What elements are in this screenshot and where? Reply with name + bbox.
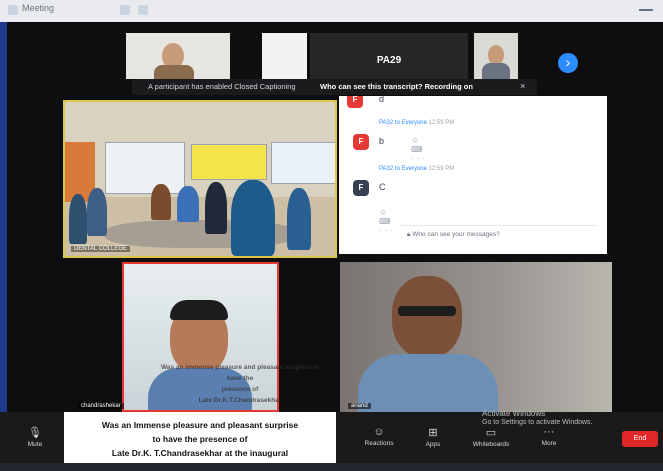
button-label: Whiteboards — [472, 441, 510, 448]
chat-input[interactable]: 🔒︎ Who can see your messages? — [401, 225, 597, 239]
caption-line: Late Dr.K. T.Chandrasekhar at the inaugu… — [111, 448, 289, 458]
mute-button[interactable]: 🎙︎ Mute — [10, 426, 60, 448]
zoom-icon — [8, 5, 18, 15]
reaction-icons[interactable]: ☺ ⌨ ··· — [379, 208, 396, 235]
desktop-edge — [0, 22, 7, 471]
transcript-link[interactable]: Who can see this transcript? Recording o… — [320, 82, 473, 91]
button-label: Mute — [27, 441, 43, 448]
overlay-caption-line: Was an immense pleasure and pleasant sur… — [161, 364, 319, 382]
lock-icon: 🔒︎ — [407, 231, 411, 238]
more-icon: ··· — [543, 426, 555, 438]
overlay-caption: Was an immense pleasure and pleasant sur… — [160, 362, 320, 406]
timestamp: 12:59 PM — [428, 166, 455, 172]
caption-line: Was an Immense pleasure and pleasant sur… — [101, 420, 299, 430]
avatar: F — [347, 96, 363, 108]
person — [231, 180, 275, 256]
person — [287, 188, 311, 250]
activate-windows-watermark: Activate Windows Go to Settings to activ… — [482, 409, 593, 427]
video-tile-room[interactable]: DENTAL COLLEGE — [63, 100, 337, 258]
watermark-title: Activate Windows — [482, 409, 546, 418]
speaker-hair — [170, 300, 228, 320]
reactions-button[interactable]: ☺ Reactions — [354, 426, 404, 447]
video-tile-participant[interactable] — [340, 262, 612, 412]
participant-thumbnail[interactable] — [262, 33, 307, 79]
reactions-icon: ☺ — [373, 426, 385, 438]
person — [177, 186, 199, 222]
whiteboards-button[interactable]: ▭ Whiteboards — [466, 426, 516, 448]
person — [205, 182, 227, 234]
message-meta: PA32 to Everyone 12:59 PM — [379, 166, 454, 172]
end-meeting-button[interactable]: End — [622, 431, 658, 447]
participant-name: PA29 — [376, 55, 402, 66]
microphone-icon: 🎙︎ — [28, 427, 42, 439]
button-label: Reactions — [364, 440, 394, 447]
chat-input-placeholder: Who can see your messages? — [412, 231, 500, 238]
participant-name: anand — [348, 403, 371, 409]
participant-name: chandrashekar — [78, 403, 124, 409]
participant-thumbnail[interactable] — [126, 33, 230, 79]
next-page-button[interactable]: › — [558, 53, 578, 73]
grid-icon[interactable] — [138, 5, 148, 15]
chevron-right-icon: › — [565, 54, 571, 70]
button-label: Apps — [425, 441, 441, 448]
sender: PA32 to Everyone — [379, 120, 427, 126]
person — [87, 188, 107, 236]
shield-icon[interactable] — [120, 5, 130, 15]
person — [151, 184, 171, 220]
glasses — [398, 306, 456, 316]
avatar: F — [353, 180, 369, 196]
window-title: Meeting — [22, 3, 55, 13]
closed-caption-banner: A participant has enabled Closed Caption… — [132, 79, 537, 95]
apps-icon: ⊞ — [428, 427, 438, 439]
caption-notice: A participant has enabled Closed Caption… — [148, 82, 296, 91]
participant-thumbnail-pa29[interactable]: PA29 — [310, 33, 468, 79]
overlay-caption-line: Late Dr.K.T.Chandrasekhar — [198, 397, 282, 404]
participant-thumbnail[interactable] — [474, 33, 518, 79]
message-text: d — [379, 96, 385, 104]
poster — [105, 142, 185, 194]
message-text: C — [379, 182, 386, 192]
avatar: F — [353, 134, 369, 150]
more-button[interactable]: ··· More — [524, 426, 574, 447]
divider — [401, 225, 597, 226]
window-title-bar: Meeting — [0, 0, 663, 22]
whiteboard-icon: ▭ — [485, 427, 497, 439]
person — [69, 194, 87, 244]
taskbar — [0, 463, 663, 471]
poster — [191, 144, 267, 180]
button-label: More — [541, 440, 557, 447]
chat-panel[interactable]: F d PA32 to Everyone 12:59 PM F b ☺ ⌨ ··… — [339, 96, 607, 254]
close-icon[interactable]: × — [520, 81, 525, 91]
participant-name: DENTAL COLLEGE — [71, 246, 131, 252]
participant-face — [392, 276, 462, 358]
message-text: b — [379, 136, 385, 146]
message-meta: PA32 to Everyone 12:59 PM — [379, 120, 454, 126]
caption-line: to have the presence of — [152, 434, 248, 444]
sender: PA32 to Everyone — [379, 166, 427, 172]
minimize-icon[interactable] — [639, 9, 653, 11]
overlay-caption-line: presence of — [221, 386, 259, 393]
poster — [271, 142, 335, 184]
watermark-subtitle: Go to Settings to activate Windows. — [482, 419, 593, 426]
timestamp: 12:59 PM — [428, 120, 455, 126]
reaction-icons[interactable]: ☺ ⌨ ··· — [411, 136, 428, 163]
apps-button[interactable]: ⊞ Apps — [408, 426, 458, 448]
participant-shirt — [358, 354, 498, 412]
